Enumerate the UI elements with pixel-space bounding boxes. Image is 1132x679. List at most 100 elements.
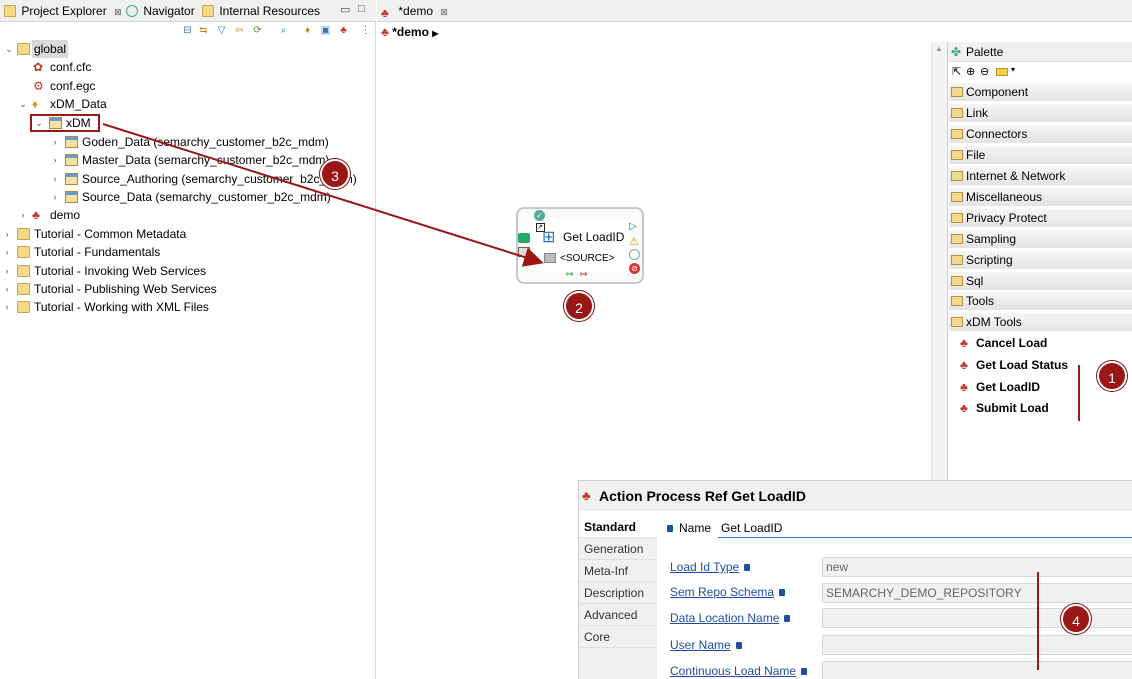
palette-drawer-internet-network[interactable]: Internet & Network bbox=[949, 167, 1132, 186]
tree-item-tutorial-invoking[interactable]: › Tutorial - Invoking Web Services bbox=[0, 262, 376, 280]
collapse-all-icon[interactable]: ⊟ bbox=[182, 25, 193, 36]
palette-item-cancel-load[interactable]: ♣ Cancel Load bbox=[960, 333, 1047, 353]
back-icon[interactable]: ⇦ bbox=[234, 25, 245, 36]
palette-drawer-privacy-protect[interactable]: Privacy Protect bbox=[949, 209, 1132, 228]
tree-item-tutorial-common-metadata[interactable]: › Tutorial - Common Metadata bbox=[0, 225, 376, 243]
tab-advanced[interactable]: Advanced bbox=[579, 605, 657, 626]
chevron-right-icon[interactable]: › bbox=[2, 243, 12, 261]
link-editor-icon[interactable]: ⇆ bbox=[198, 25, 209, 36]
chevron-down-icon[interactable]: ⌄ bbox=[34, 114, 44, 132]
sem-repo-schema-field[interactable] bbox=[822, 583, 1132, 603]
palette-drawer-file[interactable]: File bbox=[949, 146, 1132, 165]
user-name-field[interactable] bbox=[822, 635, 1132, 655]
chevron-right-icon[interactable]: › bbox=[2, 262, 12, 280]
palette-drawer-xdm-tools[interactable]: xDM Tools bbox=[949, 313, 1132, 332]
tree-item-master-data[interactable]: › Master_Data (semarchy_customer_b2c_mdm… bbox=[0, 151, 376, 169]
note-icon[interactable] bbox=[996, 68, 1008, 76]
user-name-label[interactable]: User Name bbox=[670, 638, 742, 652]
tree-item-tutorial-publishing[interactable]: › Tutorial - Publishing Web Services bbox=[0, 280, 376, 298]
filter-icon[interactable]: ▽ bbox=[216, 25, 227, 36]
scroll-up-icon[interactable]: ▲ bbox=[935, 44, 943, 53]
run-icon[interactable]: ▷ bbox=[629, 221, 637, 232]
sem-repo-schema-label[interactable]: Sem Repo Schema bbox=[670, 585, 786, 599]
zoom-out-icon[interactable]: ⊖ bbox=[980, 65, 989, 78]
tree-item-xdm-data[interactable]: ⌄ ♦ xDM_Data bbox=[0, 95, 376, 113]
tab-internal-resources[interactable]: Internal Resources bbox=[202, 0, 320, 22]
tree-item-demo[interactable]: › ♣ demo bbox=[0, 206, 376, 224]
tree-item-conf-cfc[interactable]: ✿ conf.cfc bbox=[0, 58, 376, 76]
load-id-type-field[interactable] bbox=[822, 557, 1132, 577]
search-icon[interactable]: ⌕ bbox=[278, 25, 289, 36]
palette-item-get-load-status[interactable]: ♣ Get Load Status bbox=[960, 355, 1068, 375]
drawer-label: Scripting bbox=[966, 253, 1013, 267]
drawer-label: Connectors bbox=[966, 127, 1028, 141]
close-icon[interactable]: ⊠ bbox=[440, 7, 448, 17]
tree-label: Tutorial - Working with XML Files bbox=[34, 300, 209, 314]
maximize-button[interactable]: □ bbox=[358, 3, 365, 15]
chevron-right-icon[interactable]: › bbox=[50, 188, 60, 206]
continuous-load-name-field[interactable] bbox=[822, 661, 1132, 679]
chevron-down-icon[interactable]: ⌄ bbox=[4, 40, 14, 58]
tab-navigator[interactable]: Navigator bbox=[126, 0, 195, 22]
model-icon bbox=[65, 173, 78, 185]
tree-item-tutorial-fundamentals[interactable]: › Tutorial - Fundamentals bbox=[0, 243, 376, 261]
tab-generation[interactable]: Generation bbox=[579, 539, 657, 560]
palette-item-get-loadid[interactable]: ♣ Get LoadID bbox=[960, 377, 1040, 397]
tree-item-xdm[interactable]: ⌄ xDM bbox=[30, 114, 100, 132]
chevron-right-icon[interactable]: › bbox=[2, 225, 12, 243]
data-location-name-label[interactable]: Data Location Name bbox=[670, 611, 791, 625]
tab-demo[interactable]: ♣ *demo ⊠ bbox=[381, 0, 448, 22]
breadcrumb[interactable]: ♣ *demo ▶ bbox=[377, 22, 438, 42]
continuous-load-name-label[interactable]: Continuous Load Name bbox=[670, 664, 808, 678]
load-id-type-label[interactable]: Load Id Type bbox=[670, 560, 751, 574]
data-location-name-label-text: Data Location Name bbox=[670, 611, 780, 625]
view-menu-icon[interactable]: ⋮ bbox=[360, 25, 371, 36]
tree-item-goden-data[interactable]: › Goden_Data (semarchy_customer_b2c_mdm) bbox=[0, 133, 376, 151]
tab-description[interactable]: Description bbox=[579, 583, 657, 604]
tab-core[interactable]: Core bbox=[579, 627, 657, 648]
palette-drawer-sampling[interactable]: Sampling bbox=[949, 230, 1132, 249]
get-loadid-node[interactable]: ✓ ↗ ⊞ Get LoadID <SOURCE> ▷ ⚠ ⊘ ↦ ↦ bbox=[516, 207, 644, 284]
palette-item-submit-load[interactable]: ♣ Submit Load bbox=[960, 398, 1049, 418]
zoom-in-icon[interactable]: ⊕ bbox=[966, 65, 975, 78]
tab-meta-inf[interactable]: Meta-Inf bbox=[579, 561, 657, 582]
close-icon[interactable]: ⊠ bbox=[114, 7, 122, 17]
chevron-right-icon[interactable]: ▶ bbox=[432, 29, 438, 38]
folder-icon bbox=[17, 265, 30, 277]
palette-drawer-sql[interactable]: Sql bbox=[949, 272, 1132, 291]
tree-item-conf-egc[interactable]: ⚙ conf.egc bbox=[0, 77, 376, 95]
input-port-icon[interactable] bbox=[518, 233, 530, 243]
process-icon[interactable]: ♣ bbox=[338, 25, 349, 36]
tab-standard[interactable]: Standard bbox=[579, 517, 657, 538]
chevron-right-icon[interactable]: › bbox=[2, 280, 12, 298]
tree-label: Tutorial - Invoking Web Services bbox=[34, 264, 207, 278]
param-icon[interactable] bbox=[518, 247, 530, 257]
chevron-right-icon[interactable]: › bbox=[50, 170, 60, 188]
palette-drawer-scripting[interactable]: Scripting bbox=[949, 251, 1132, 270]
chevron-right-icon[interactable]: › bbox=[50, 151, 60, 169]
canvas-scrollbar[interactable]: ▲ bbox=[931, 42, 947, 482]
palette-drawer-component[interactable]: Component bbox=[949, 83, 1132, 102]
chevron-down-icon[interactable]: ⌄ bbox=[18, 95, 28, 113]
palette-drawer-tools[interactable]: Tools bbox=[949, 292, 1132, 311]
palette-drawer-miscellaneous[interactable]: Miscellaneous bbox=[949, 188, 1132, 207]
name-input[interactable] bbox=[718, 518, 1132, 538]
chevron-right-icon[interactable]: › bbox=[2, 298, 12, 316]
tree-item-global[interactable]: ⌄ global bbox=[0, 40, 376, 58]
explorer-toolbar: ⊟ ⇆ ▽ ⇦ ⟳ ⌕ ♦ ▣ ♣ ⋮ bbox=[0, 22, 376, 40]
load-id-type-label-text: Load Id Type bbox=[670, 560, 740, 574]
palette-drawer-link[interactable]: Link bbox=[949, 104, 1132, 123]
tree-item-tutorial-xml[interactable]: › Tutorial - Working with XML Files bbox=[0, 298, 376, 316]
metadata-icon[interactable]: ♦ bbox=[302, 25, 313, 36]
refresh-icon[interactable]: ⟳ bbox=[252, 25, 263, 36]
select-arrow-icon[interactable]: ⇱ bbox=[952, 65, 961, 78]
tree-item-source-data[interactable]: › Source_Data (semarchy_customer_b2c_mdm… bbox=[0, 188, 376, 206]
chevron-right-icon[interactable]: › bbox=[18, 206, 28, 224]
dropdown-icon[interactable]: ▾ bbox=[1011, 65, 1015, 74]
palette-drawer-connectors[interactable]: Connectors bbox=[949, 125, 1132, 144]
chevron-right-icon[interactable]: › bbox=[50, 133, 60, 151]
tab-project-explorer-label: Project Explorer bbox=[21, 4, 107, 18]
tab-project-explorer[interactable]: Project Explorer ⊠ bbox=[4, 0, 122, 22]
minimize-button[interactable]: ▭ bbox=[340, 3, 350, 16]
view-icon[interactable]: ▣ bbox=[320, 25, 331, 36]
